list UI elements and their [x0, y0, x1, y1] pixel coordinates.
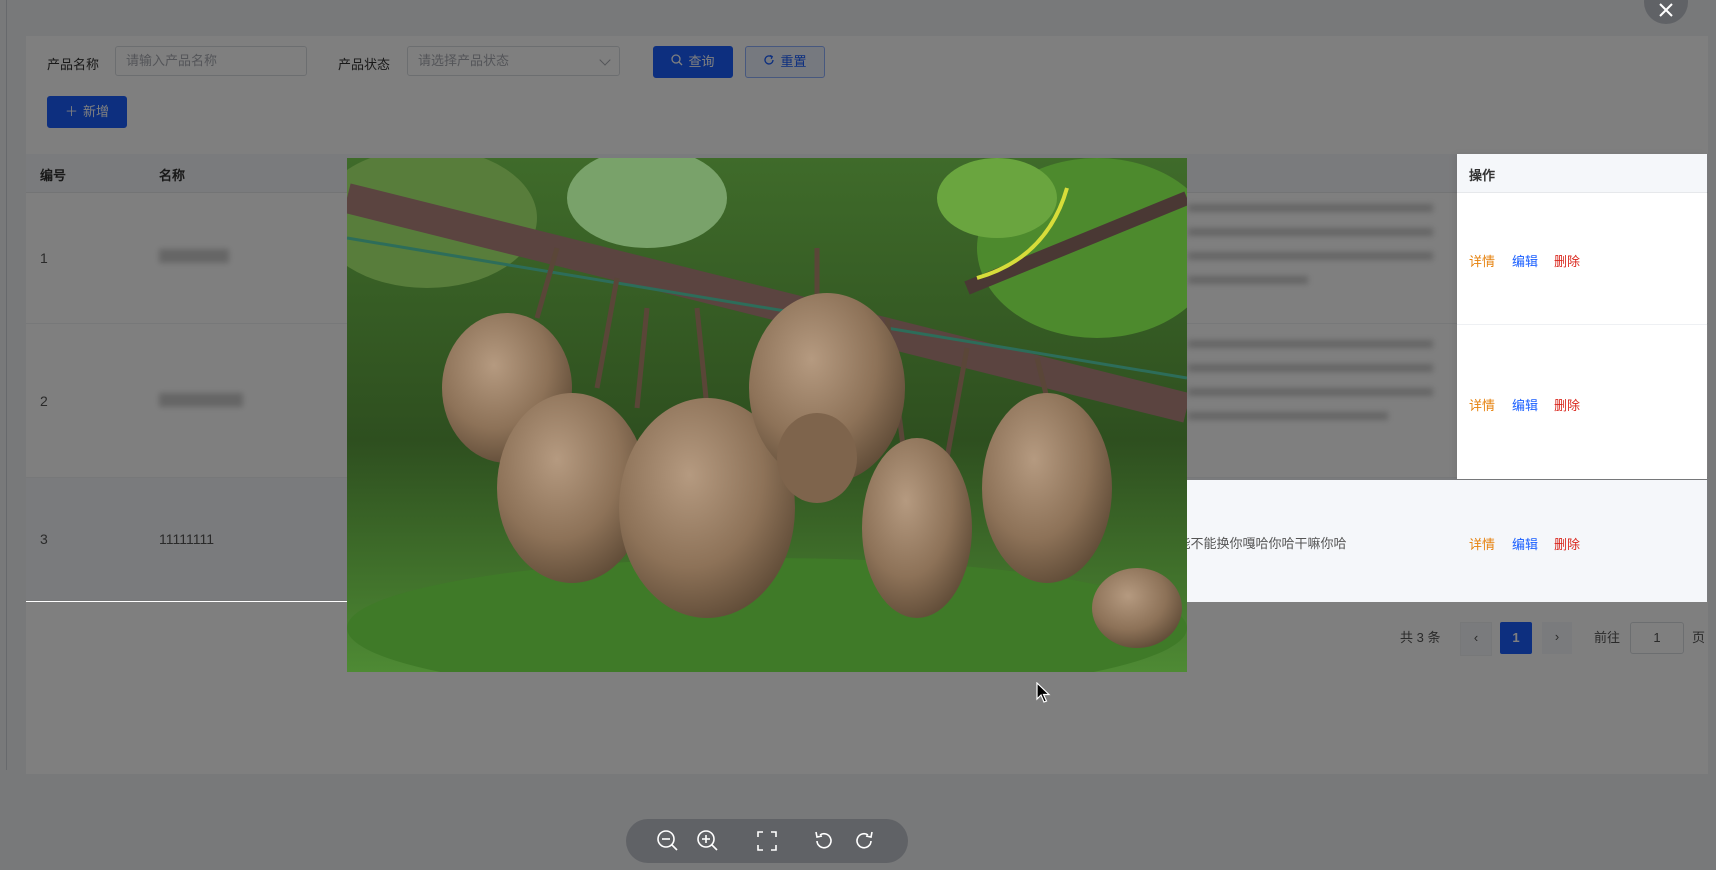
close-viewer-button[interactable] — [1644, 0, 1688, 24]
rotate-right-icon[interactable] — [852, 829, 876, 853]
blurred-line — [1188, 388, 1433, 396]
kiwi-photo — [347, 158, 1187, 672]
detail-link[interactable]: 详情 — [1469, 251, 1495, 270]
edit-link[interactable]: 编辑 — [1512, 251, 1538, 270]
blurred-line — [1188, 412, 1388, 420]
blurred-line — [1188, 364, 1433, 372]
detail-link[interactable]: 详情 — [1469, 395, 1495, 414]
blurred-description-column — [1188, 204, 1438, 444]
blurred-line — [1188, 276, 1308, 284]
edit-link[interactable]: 编辑 — [1512, 395, 1538, 414]
delete-link[interactable]: 删除 — [1554, 251, 1580, 270]
row-divider — [1457, 324, 1707, 325]
zoom-out-icon[interactable] — [656, 829, 680, 853]
viewer-toolbar — [626, 819, 908, 863]
blurred-line — [1188, 228, 1433, 236]
mouse-cursor-icon — [1036, 681, 1052, 707]
actions-column-overlay: 操作 详情 编辑 删除 详情 编辑 删除 — [1457, 154, 1707, 479]
edit-link[interactable]: 编辑 — [1512, 534, 1538, 553]
preview-image[interactable] — [347, 158, 1187, 672]
blurred-line — [1188, 204, 1433, 212]
actions-header: 操作 — [1457, 154, 1707, 193]
blurred-line — [1188, 340, 1433, 348]
rotate-left-icon[interactable] — [812, 829, 836, 853]
fullscreen-icon[interactable] — [755, 829, 779, 853]
blurred-line — [1188, 252, 1433, 260]
col-header-actions: 操作 — [1469, 168, 1496, 183]
zoom-in-icon[interactable] — [696, 829, 720, 853]
close-icon — [1659, 3, 1673, 17]
delete-link[interactable]: 删除 — [1554, 395, 1580, 414]
delete-link[interactable]: 删除 — [1554, 534, 1580, 553]
detail-link[interactable]: 详情 — [1469, 534, 1495, 553]
